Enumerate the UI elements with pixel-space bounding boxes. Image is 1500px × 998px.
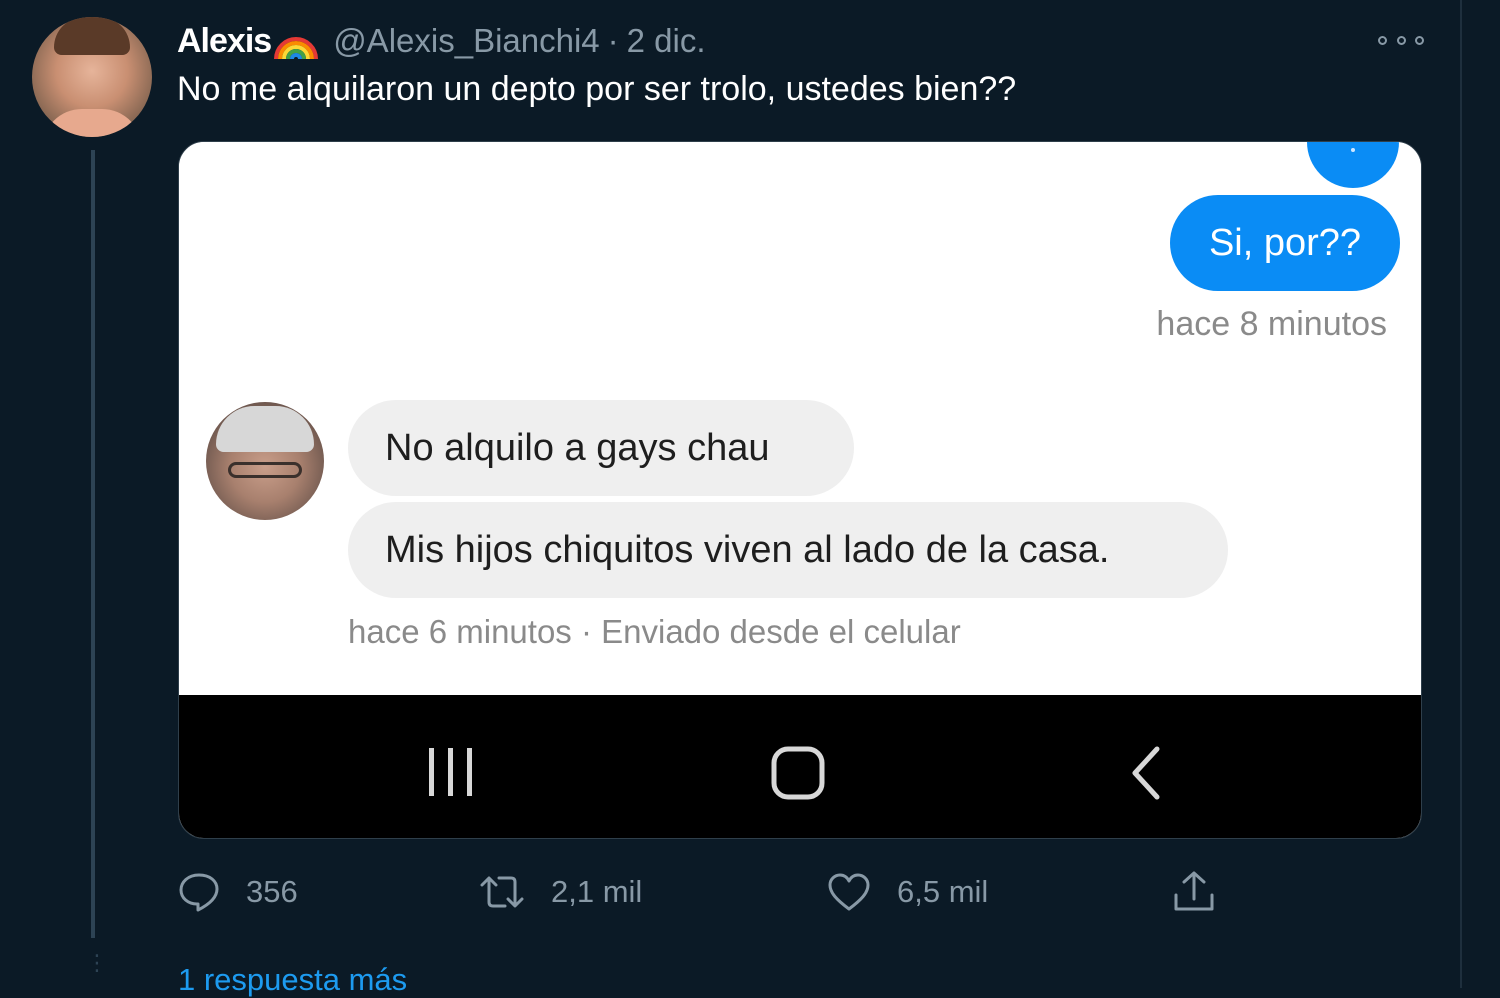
chat-area: Si, por?? hace 8 minutos No alquilo a ga…: [179, 142, 1421, 695]
retweet-button[interactable]: 2,1 mil: [479, 862, 642, 922]
home-icon: [771, 746, 825, 800]
android-nav-bar: [179, 695, 1421, 838]
tweet-text: No me alquilaron un depto por ser trolo,…: [177, 70, 1017, 108]
share-button[interactable]: [1172, 862, 1242, 922]
contact-hair: [216, 406, 314, 452]
separator: ·: [607, 22, 619, 59]
sent-message-bubble: Si, por??: [1170, 195, 1400, 291]
retweet-count: 2,1 mil: [551, 874, 643, 909]
received-meta: hace 6 minutos · Enviado desde el celula…: [348, 613, 961, 650]
thread-dots-icon: ⋮: [86, 950, 108, 975]
received-message-bubble: No alquilo a gays chau: [348, 400, 854, 496]
reply-count: 356: [246, 874, 298, 909]
tweet-media-screenshot[interactable]: Si, por?? hace 8 minutos No alquilo a ga…: [178, 141, 1422, 839]
back-icon: [1132, 746, 1160, 800]
reply-icon: [179, 873, 219, 912]
tweet-date[interactable]: 2 dic.: [627, 22, 706, 60]
contact-glasses: [228, 462, 302, 478]
author-avatar[interactable]: [32, 17, 152, 137]
rainbow-icon: [274, 37, 319, 60]
contact-avatar: [206, 402, 324, 520]
retweet-icon: [480, 876, 524, 908]
avatar-shirt: [42, 109, 142, 137]
avatar-hair: [54, 17, 130, 55]
more-options-icon[interactable]: [1378, 30, 1424, 50]
recent-apps-icon: [429, 748, 472, 796]
reply-button[interactable]: 356: [178, 862, 298, 922]
more-dot: [1415, 35, 1424, 45]
sent-timestamp: hace 8 minutos: [1156, 305, 1387, 343]
heart-icon: [828, 873, 870, 911]
sent-bubble-partial: [1307, 142, 1399, 188]
more-replies-link[interactable]: 1 respuesta más: [178, 962, 407, 998]
received-message-bubble: Mis hijos chiquitos viven al lado de la …: [348, 502, 1228, 598]
tweet-header: Alexis @Alexis_Bianchi4 · 2 dic.: [177, 18, 706, 64]
more-dot: [1378, 35, 1387, 45]
share-icon: [1174, 871, 1214, 911]
thread-line: [91, 150, 95, 938]
like-button[interactable]: 6,5 mil: [827, 862, 988, 922]
more-dot: [1396, 35, 1406, 45]
like-count: 6,5 mil: [897, 874, 989, 909]
handle[interactable]: @Alexis_Bianchi4: [333, 22, 599, 60]
display-name[interactable]: Alexis: [177, 22, 272, 61]
tweet-actions: 356 2,1 mil 6,5 mil: [0, 862, 1460, 922]
column-border: [1460, 0, 1462, 988]
bubble-dot: [1351, 148, 1355, 152]
